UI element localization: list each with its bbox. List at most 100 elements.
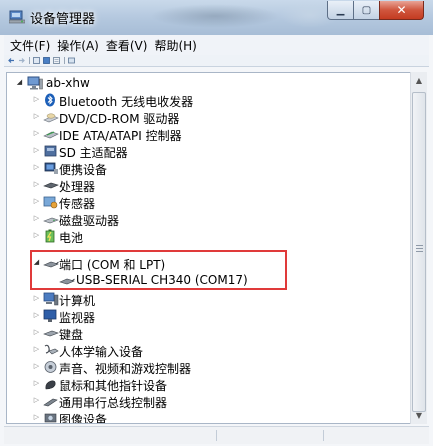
tree-item-label: SD 主适配器 — [59, 146, 128, 160]
collapse-arrow-icon[interactable]: ◢ — [32, 258, 41, 267]
expand-arrow-icon[interactable]: ▷ — [32, 112, 41, 121]
tree-item-label: Bluetooth 无线电收发器 — [59, 95, 194, 109]
bluetooth-icon — [45, 93, 55, 107]
tree-root-label: ab-xhw — [46, 76, 90, 90]
tree-item-keyboard[interactable]: ▷ 键盘 — [7, 325, 415, 342]
maximize-icon: ▢ — [361, 4, 372, 16]
scroll-down-icon[interactable]: ▼ — [411, 407, 427, 424]
close-button[interactable]: ✕ — [379, 1, 424, 20]
tree-item-dvd[interactable]: ▷ DVD/CD-ROM 驱动器 — [7, 109, 415, 126]
tree-item-ports[interactable]: ◢ 端口 (COM 和 LPT) — [7, 255, 415, 272]
keyboard-icon — [43, 330, 59, 337]
computer-icon — [43, 292, 59, 306]
tree-item-hid[interactable]: ▷ 人体学输入设备 — [7, 342, 415, 359]
properties-icon[interactable] — [33, 57, 40, 64]
scan-hardware-icon[interactable] — [68, 57, 75, 64]
monitor-icon — [43, 309, 57, 322]
tree-item-label: 磁盘驱动器 — [59, 214, 120, 228]
battery-icon — [45, 229, 55, 243]
processor-icon — [43, 182, 59, 189]
tree-item-usb-controller[interactable]: ▷ 通用串行总线控制器 — [7, 393, 415, 410]
expand-arrow-icon[interactable]: ▷ — [32, 311, 41, 320]
menu-view[interactable]: 查看(V) — [106, 37, 148, 54]
sensor-icon — [43, 196, 58, 209]
disk-drive-icon — [43, 217, 59, 224]
tree-item-label: 图像设备 — [59, 413, 108, 424]
tree-item-processor[interactable]: ▷ 处理器 — [7, 177, 415, 194]
tree-item-usb-serial[interactable]: USB-SERIAL CH340 (COM17) — [7, 272, 415, 289]
menu-action[interactable]: 操作(A) — [57, 37, 99, 54]
expand-arrow-icon[interactable]: ▷ — [32, 345, 41, 354]
device-manager-window: 设备管理器 ▁ ▢ ✕ 文件(F) 操作(A) 查看(V) 帮助(H) ◢ ab… — [0, 0, 433, 446]
tree-item-computer[interactable]: ▷ 计算机 — [7, 291, 415, 308]
expand-arrow-icon[interactable]: ▷ — [32, 328, 41, 337]
expand-arrow-icon[interactable]: ▷ — [32, 396, 41, 405]
expand-arrow-icon[interactable]: ▷ — [32, 214, 41, 223]
status-cell — [4, 430, 217, 441]
ide-controller-icon — [43, 131, 59, 139]
tree-item-battery[interactable]: ▷ 电池 — [7, 228, 415, 245]
expand-arrow-icon[interactable]: ▷ — [32, 294, 41, 303]
toolbar-separator — [64, 57, 65, 64]
expand-arrow-icon[interactable]: ▷ — [32, 197, 41, 206]
tree-item-imaging[interactable]: ▷ 图像设备 — [7, 410, 415, 424]
tree-item-sensor[interactable]: ▷ 传感器 — [7, 194, 415, 211]
scrollbar-grip — [416, 248, 423, 249]
vertical-scrollbar[interactable]: ▲ ▼ — [410, 72, 427, 424]
status-cell — [217, 430, 324, 441]
hid-icon — [44, 344, 59, 355]
expand-arrow-icon[interactable]: ▷ — [32, 379, 41, 388]
minimize-icon: ▁ — [336, 4, 345, 16]
portable-device-icon — [44, 162, 58, 174]
tree-item-label: 传感器 — [59, 197, 96, 211]
scroll-up-icon[interactable]: ▲ — [411, 72, 427, 89]
back-arrow-icon[interactable] — [8, 57, 15, 64]
tree-item-label: 声音、视频和游戏控制器 — [59, 362, 192, 376]
maximize-button[interactable]: ▢ — [353, 1, 380, 20]
device-tree[interactable]: ◢ ab-xhw ▷ Bluetooth 无线电收发器 ▷ DVD/CD-ROM… — [6, 72, 416, 424]
mouse-icon — [45, 380, 56, 390]
toolbar — [4, 55, 429, 67]
tree-root[interactable]: ◢ ab-xhw — [7, 75, 415, 92]
computer-icon — [27, 76, 43, 90]
expand-arrow-icon[interactable]: ▷ — [32, 362, 41, 371]
tree-item-label: USB-SERIAL CH340 (COM17) — [76, 273, 248, 287]
tree-item-bluetooth[interactable]: ▷ Bluetooth 无线电收发器 — [7, 92, 415, 109]
tree-item-disk[interactable]: ▷ 磁盘驱动器 — [7, 211, 415, 228]
expand-arrow-icon[interactable]: ▷ — [32, 231, 41, 240]
window-title: 设备管理器 — [30, 12, 96, 27]
expand-arrow-icon[interactable]: ▷ — [32, 180, 41, 189]
expand-arrow-icon[interactable]: ▷ — [32, 129, 41, 138]
menu-file[interactable]: 文件(F) — [10, 37, 50, 54]
tree-item-portable[interactable]: ▷ 便携设备 — [7, 160, 415, 177]
tree-item-sd[interactable]: ▷ SD 主适配器 — [7, 143, 415, 160]
tree-item-label: 通用串行总线控制器 — [59, 396, 168, 410]
tree-item-label: 便携设备 — [59, 163, 108, 177]
tree-item-label: 处理器 — [59, 180, 96, 194]
scrollbar-thumb[interactable] — [412, 92, 426, 412]
title-bar[interactable]: 设备管理器 ▁ ▢ ✕ — [0, 0, 433, 35]
menu-help[interactable]: 帮助(H) — [154, 37, 196, 54]
view-list-icon[interactable] — [53, 57, 60, 64]
tree-item-label: 计算机 — [59, 294, 96, 308]
help-icon[interactable] — [43, 57, 50, 64]
toolbar-separator — [29, 57, 30, 64]
forward-arrow-icon[interactable] — [18, 57, 25, 64]
tree-item-label: 鼠标和其他指针设备 — [59, 379, 168, 393]
scrollbar-grip — [416, 251, 423, 252]
expand-arrow-icon[interactable]: ▷ — [32, 95, 41, 104]
tree-item-sound[interactable]: ▷ 声音、视频和游戏控制器 — [7, 359, 415, 376]
tree-item-mouse[interactable]: ▷ 鼠标和其他指针设备 — [7, 376, 415, 393]
tree-item-label: IDE ATA/ATAPI 控制器 — [59, 129, 182, 143]
expand-arrow-icon[interactable]: ▷ — [32, 163, 41, 172]
tree-item-ide[interactable]: ▷ IDE ATA/ATAPI 控制器 — [7, 126, 415, 143]
minimize-button[interactable]: ▁ — [327, 1, 354, 20]
disc-drive-icon — [43, 113, 59, 123]
expand-arrow-icon[interactable]: ▷ — [32, 146, 41, 155]
tree-item-label: 监视器 — [59, 311, 96, 325]
expand-arrow-icon[interactable]: ▷ — [32, 413, 41, 422]
menu-bar: 文件(F) 操作(A) 查看(V) 帮助(H) — [4, 35, 429, 55]
tree-item-monitor[interactable]: ▷ 监视器 — [7, 308, 415, 325]
collapse-arrow-icon[interactable]: ◢ — [15, 78, 24, 87]
status-bar — [4, 426, 429, 444]
